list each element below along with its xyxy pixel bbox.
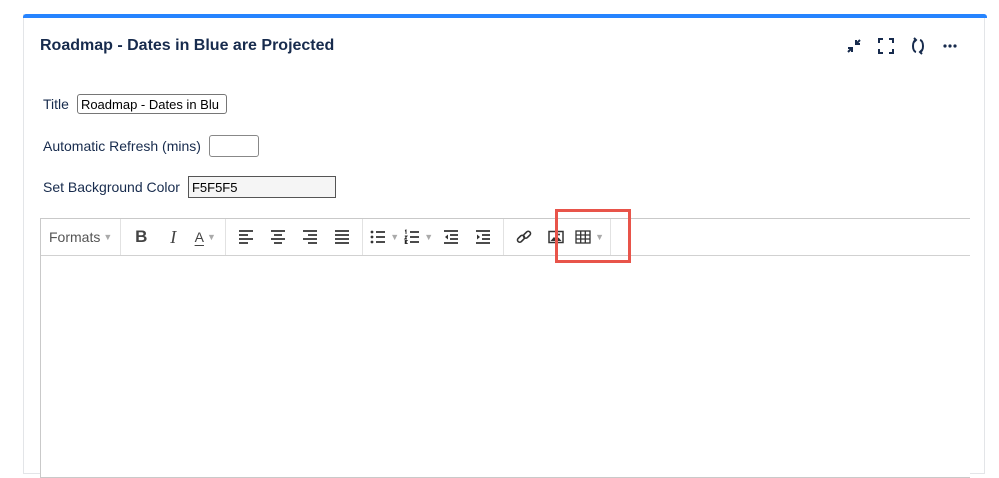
minimize-icon	[847, 39, 861, 53]
numbered-list-icon	[404, 229, 420, 244]
refresh-row: Automatic Refresh (mins)	[43, 135, 259, 157]
font-color-button[interactable]: A ▼	[189, 223, 221, 251]
image-icon	[548, 230, 564, 244]
outdent-icon	[444, 230, 459, 244]
link-icon	[516, 230, 532, 244]
outdent-button[interactable]	[435, 223, 467, 251]
formats-label: Formats	[49, 229, 101, 245]
align-right-button[interactable]	[294, 223, 326, 251]
insert-link-button[interactable]	[508, 223, 540, 251]
bullet-list-icon	[370, 230, 386, 244]
indent-button[interactable]	[467, 223, 499, 251]
align-center-icon	[271, 230, 286, 244]
rich-text-editor: Formats ▼ B I A ▼ ▼ ▼ ▼	[40, 209, 970, 478]
chevron-down-icon: ▼	[424, 232, 434, 242]
list-group: ▼ ▼	[363, 219, 505, 255]
chevron-down-icon: ▼	[103, 232, 113, 242]
chevron-down-icon: ▼	[595, 232, 605, 242]
align-justify-icon	[335, 230, 350, 244]
insert-group: ▼	[504, 219, 612, 255]
title-row: Title	[43, 94, 227, 114]
formats-dropdown[interactable]: Formats ▼	[45, 223, 116, 251]
refresh-button[interactable]	[908, 36, 928, 56]
align-left-icon	[239, 230, 254, 244]
italic-button[interactable]: I	[157, 223, 189, 251]
minimize-button[interactable]	[844, 36, 864, 56]
expand-button[interactable]	[876, 36, 896, 56]
align-right-icon	[303, 230, 318, 244]
title-input[interactable]	[76, 94, 227, 114]
panel-header-actions	[844, 36, 960, 56]
background-color-label: Set Background Color	[43, 179, 180, 195]
chevron-down-icon: ▼	[390, 232, 400, 242]
formats-group: Formats ▼	[41, 219, 122, 255]
text-style-group: B I A ▼	[121, 219, 227, 255]
background-color-row: Set Background Color	[43, 176, 336, 198]
refresh-input[interactable]	[208, 135, 259, 157]
editor-content-area[interactable]	[41, 256, 970, 476]
expand-icon	[878, 38, 894, 54]
font-color-icon: A	[194, 229, 204, 245]
roadmap-panel: Roadmap - Dates in Blue are Projected Ti…	[23, 14, 987, 478]
panel-accent-bar	[23, 14, 987, 18]
more-icon	[943, 44, 957, 48]
panel-title: Roadmap - Dates in Blue are Projected	[40, 37, 335, 54]
alignment-group	[226, 219, 364, 255]
refresh-icon	[912, 37, 924, 55]
align-left-button[interactable]	[230, 223, 262, 251]
table-icon	[575, 230, 591, 244]
background-color-input[interactable]	[187, 176, 336, 198]
bold-button[interactable]: B	[125, 223, 157, 251]
refresh-label: Automatic Refresh (mins)	[43, 138, 201, 154]
indent-icon	[476, 230, 491, 244]
chevron-down-icon: ▼	[206, 232, 216, 242]
editor-toolbar: Formats ▼ B I A ▼ ▼ ▼ ▼	[41, 209, 970, 263]
title-label: Title	[43, 96, 69, 112]
insert-image-button[interactable]	[540, 223, 572, 251]
numbered-list-button[interactable]: ▼	[401, 223, 435, 251]
insert-table-button[interactable]: ▼	[572, 223, 606, 251]
align-justify-button[interactable]	[326, 223, 358, 251]
align-center-button[interactable]	[262, 223, 294, 251]
bullet-list-button[interactable]: ▼	[367, 223, 401, 251]
more-button[interactable]	[940, 36, 960, 56]
